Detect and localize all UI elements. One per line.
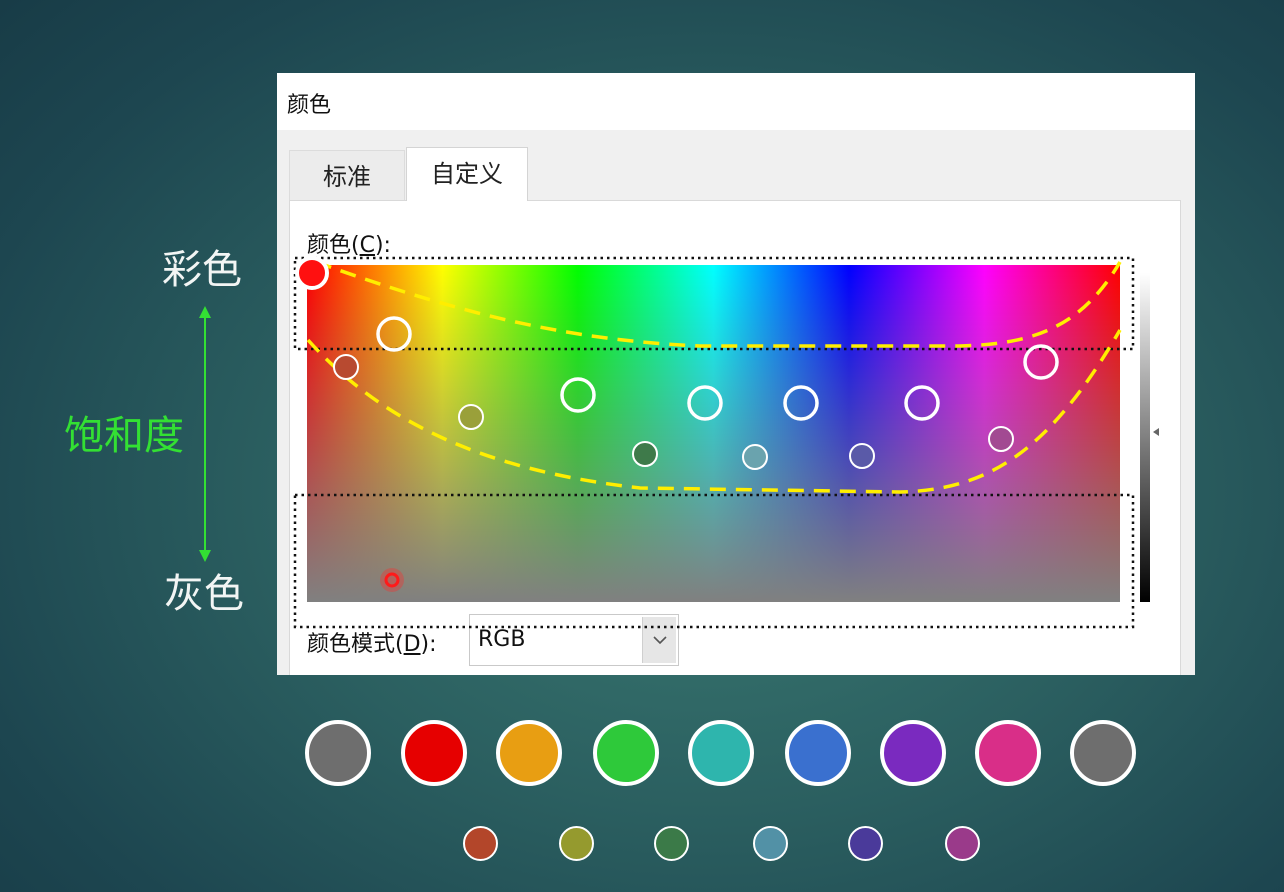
colors-label: 颜色(C): (307, 227, 391, 259)
colorful-label: 彩色 (162, 247, 242, 293)
swatch-teal (688, 720, 754, 786)
swatch-small-steel-blue (752, 825, 788, 861)
luminance-arrow-icon[interactable] (1153, 428, 1159, 436)
color-mode-value: RGB (478, 627, 526, 652)
swatch-small-plum (944, 825, 980, 861)
colors-label-suffix: ): (374, 233, 391, 258)
swatch-blue (785, 720, 851, 786)
double-arrow-icon (199, 306, 211, 562)
mode-label-accesskey: D (403, 632, 421, 657)
swatch-small-rust (462, 825, 498, 861)
swatch-gray-2 (1070, 720, 1136, 786)
dialog-title: 颜色 (287, 93, 332, 118)
swatch-small-olive (558, 825, 594, 861)
colors-label-accesskey: C (359, 233, 375, 258)
color-mode-select[interactable]: RGB (469, 614, 679, 666)
mode-label-prefix: 颜色模式( (307, 632, 404, 657)
saturation-label: 饱和度 (64, 413, 184, 459)
mode-label-suffix: ): (420, 632, 437, 657)
color-dialog: 颜色 标准 自定义 颜色(C): 颜色模式(D): RGB (277, 73, 1195, 675)
swatch-pink (975, 720, 1041, 786)
swatch-orange (496, 720, 562, 786)
swatch-green (593, 720, 659, 786)
gray-label: 灰色 (164, 571, 244, 617)
color-spectrum[interactable] (307, 265, 1120, 602)
dialog-titlebar: 颜色 (277, 73, 1195, 130)
swatch-purple (880, 720, 946, 786)
swatch-red (401, 720, 467, 786)
colors-label-prefix: 颜色( (307, 233, 360, 258)
chevron-down-icon (653, 636, 667, 645)
dropdown-button[interactable] (642, 617, 676, 663)
swatch-gray (305, 720, 371, 786)
luminance-slider[interactable] (1140, 273, 1150, 602)
tab-standard[interactable]: 标准 (289, 150, 405, 200)
color-mode-label: 颜色模式(D): (307, 626, 437, 658)
swatch-small-dark-green (653, 825, 689, 861)
swatch-small-indigo (847, 825, 883, 861)
tab-custom[interactable]: 自定义 (406, 147, 528, 201)
